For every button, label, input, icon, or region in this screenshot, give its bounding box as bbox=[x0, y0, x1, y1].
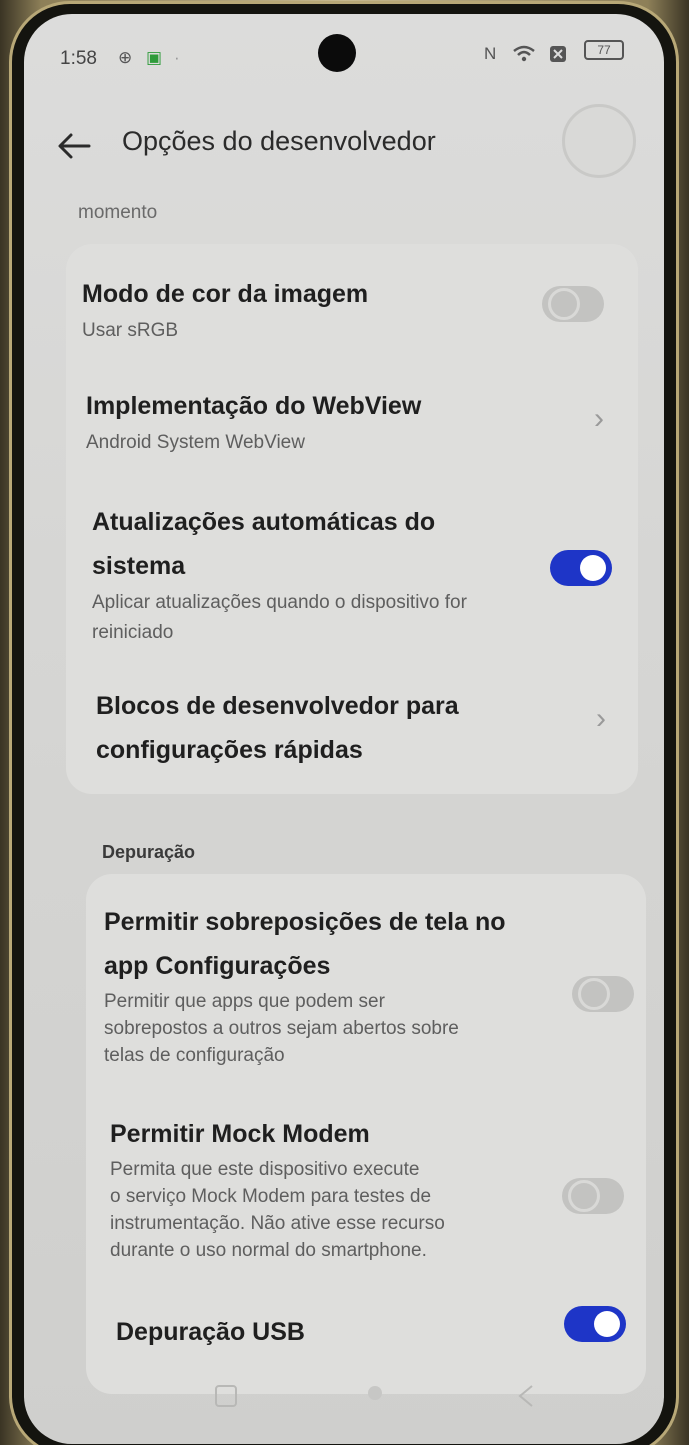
back-gesture-button[interactable] bbox=[506, 1376, 546, 1416]
setting-title-line: configurações rápidas bbox=[96, 736, 363, 764]
setting-title-line: Blocos de desenvolvedor para bbox=[96, 692, 459, 720]
setting-subtitle-line: o serviço Mock Modem para testes de bbox=[110, 1186, 432, 1207]
setting-subtitle-line: sobrepostos a outros sejam abertos sobre bbox=[104, 1018, 459, 1039]
back-button[interactable] bbox=[54, 126, 94, 166]
screen-overlays-toggle[interactable] bbox=[572, 976, 634, 1012]
usb-debugging-toggle[interactable] bbox=[564, 1306, 626, 1342]
mock-modem-toggle[interactable] bbox=[562, 1178, 624, 1214]
battery-indicator: 77 bbox=[584, 40, 624, 60]
wifi-icon bbox=[512, 44, 536, 69]
setting-title-line: Permitir sobreposições de tela no bbox=[104, 908, 506, 936]
chevron-right-icon: › bbox=[594, 402, 604, 435]
nfc-icon: N bbox=[484, 44, 497, 63]
more-notifications-icon: · bbox=[174, 48, 180, 67]
setting-subtitle-line: durante o uso normal do smartphone. bbox=[110, 1240, 427, 1261]
section-header-debugging: Depuração bbox=[102, 842, 196, 862]
setting-allow-mock-modem[interactable]: Permitir Mock Modem Permita que este dis… bbox=[110, 1112, 640, 1272]
setting-subtitle-line: reiniciado bbox=[92, 622, 174, 643]
notification-app-icon: ▣ bbox=[146, 48, 163, 67]
setting-subtitle: Android System WebView bbox=[86, 432, 305, 453]
recent-apps-button[interactable] bbox=[206, 1376, 246, 1416]
setting-webview-implementation[interactable]: Implementação do WebView Android System … bbox=[86, 384, 626, 474]
setting-subtitle-line: telas de configuração bbox=[104, 1045, 285, 1066]
setting-title: Modo de cor da imagem bbox=[82, 280, 369, 308]
front-camera bbox=[318, 34, 356, 72]
setting-subtitle-line: Permitir que apps que podem ser bbox=[104, 991, 385, 1012]
settings-card-debugging: Permitir sobreposições de tela no app Co… bbox=[86, 874, 646, 1394]
image-color-mode-toggle[interactable] bbox=[542, 286, 604, 322]
setting-title: Permitir Mock Modem bbox=[110, 1120, 370, 1148]
phone-screen: 1:58 ⊕ ▣ · N 77 Opções do desenvolvedor … bbox=[24, 14, 664, 1444]
setting-allow-screen-overlays[interactable]: Permitir sobreposições de tela no app Co… bbox=[104, 900, 634, 1070]
setting-subtitle-line: instrumentação. Não ative esse recurso bbox=[110, 1213, 445, 1234]
settings-card-display: Modo de cor da imagem Usar sRGB Implemen… bbox=[66, 244, 638, 794]
recent-apps-icon bbox=[215, 1385, 237, 1407]
overlay-circle bbox=[562, 104, 636, 178]
setting-subtitle-line: Aplicar atualizações quando o dispositiv… bbox=[92, 592, 467, 613]
setting-usb-debugging[interactable]: Depuração USB bbox=[116, 1306, 646, 1370]
page-title: Opções do desenvolvedor bbox=[122, 126, 436, 156]
home-dot-icon[interactable] bbox=[368, 1386, 382, 1400]
setting-subtitle: Usar sRGB bbox=[82, 320, 179, 341]
vpn-icon: ⊕ bbox=[118, 48, 133, 67]
setting-developer-quick-tiles[interactable]: Blocos de desenvolvedor para configuraçõ… bbox=[96, 684, 636, 774]
arrow-left-icon bbox=[58, 133, 91, 159]
scroll-partial-text: momento bbox=[78, 202, 158, 223]
toggle-knob bbox=[594, 1311, 620, 1337]
setting-image-color-mode[interactable]: Modo de cor da imagem Usar sRGB bbox=[82, 272, 622, 362]
toggle-knob bbox=[568, 1180, 600, 1212]
status-time: 1:58 bbox=[60, 48, 97, 69]
setting-subtitle-line: Permita que este dispositivo execute bbox=[110, 1159, 420, 1180]
setting-title-line: app Configurações bbox=[104, 952, 331, 980]
setting-title: Implementação do WebView bbox=[86, 392, 422, 420]
auto-updates-toggle[interactable] bbox=[550, 550, 612, 586]
back-gesture-icon bbox=[518, 1385, 533, 1407]
sim-off-icon bbox=[548, 44, 568, 69]
setting-auto-system-updates[interactable]: Atualizações automáticas do sistema Apli… bbox=[92, 500, 632, 650]
toggle-knob bbox=[578, 978, 610, 1010]
photo-background: 1:58 ⊕ ▣ · N 77 Opções do desenvolvedor … bbox=[0, 0, 689, 1445]
toggle-knob bbox=[580, 555, 606, 581]
toggle-knob bbox=[548, 288, 580, 320]
chevron-right-icon: › bbox=[596, 702, 606, 735]
setting-title-line: Atualizações automáticas do bbox=[92, 508, 436, 536]
